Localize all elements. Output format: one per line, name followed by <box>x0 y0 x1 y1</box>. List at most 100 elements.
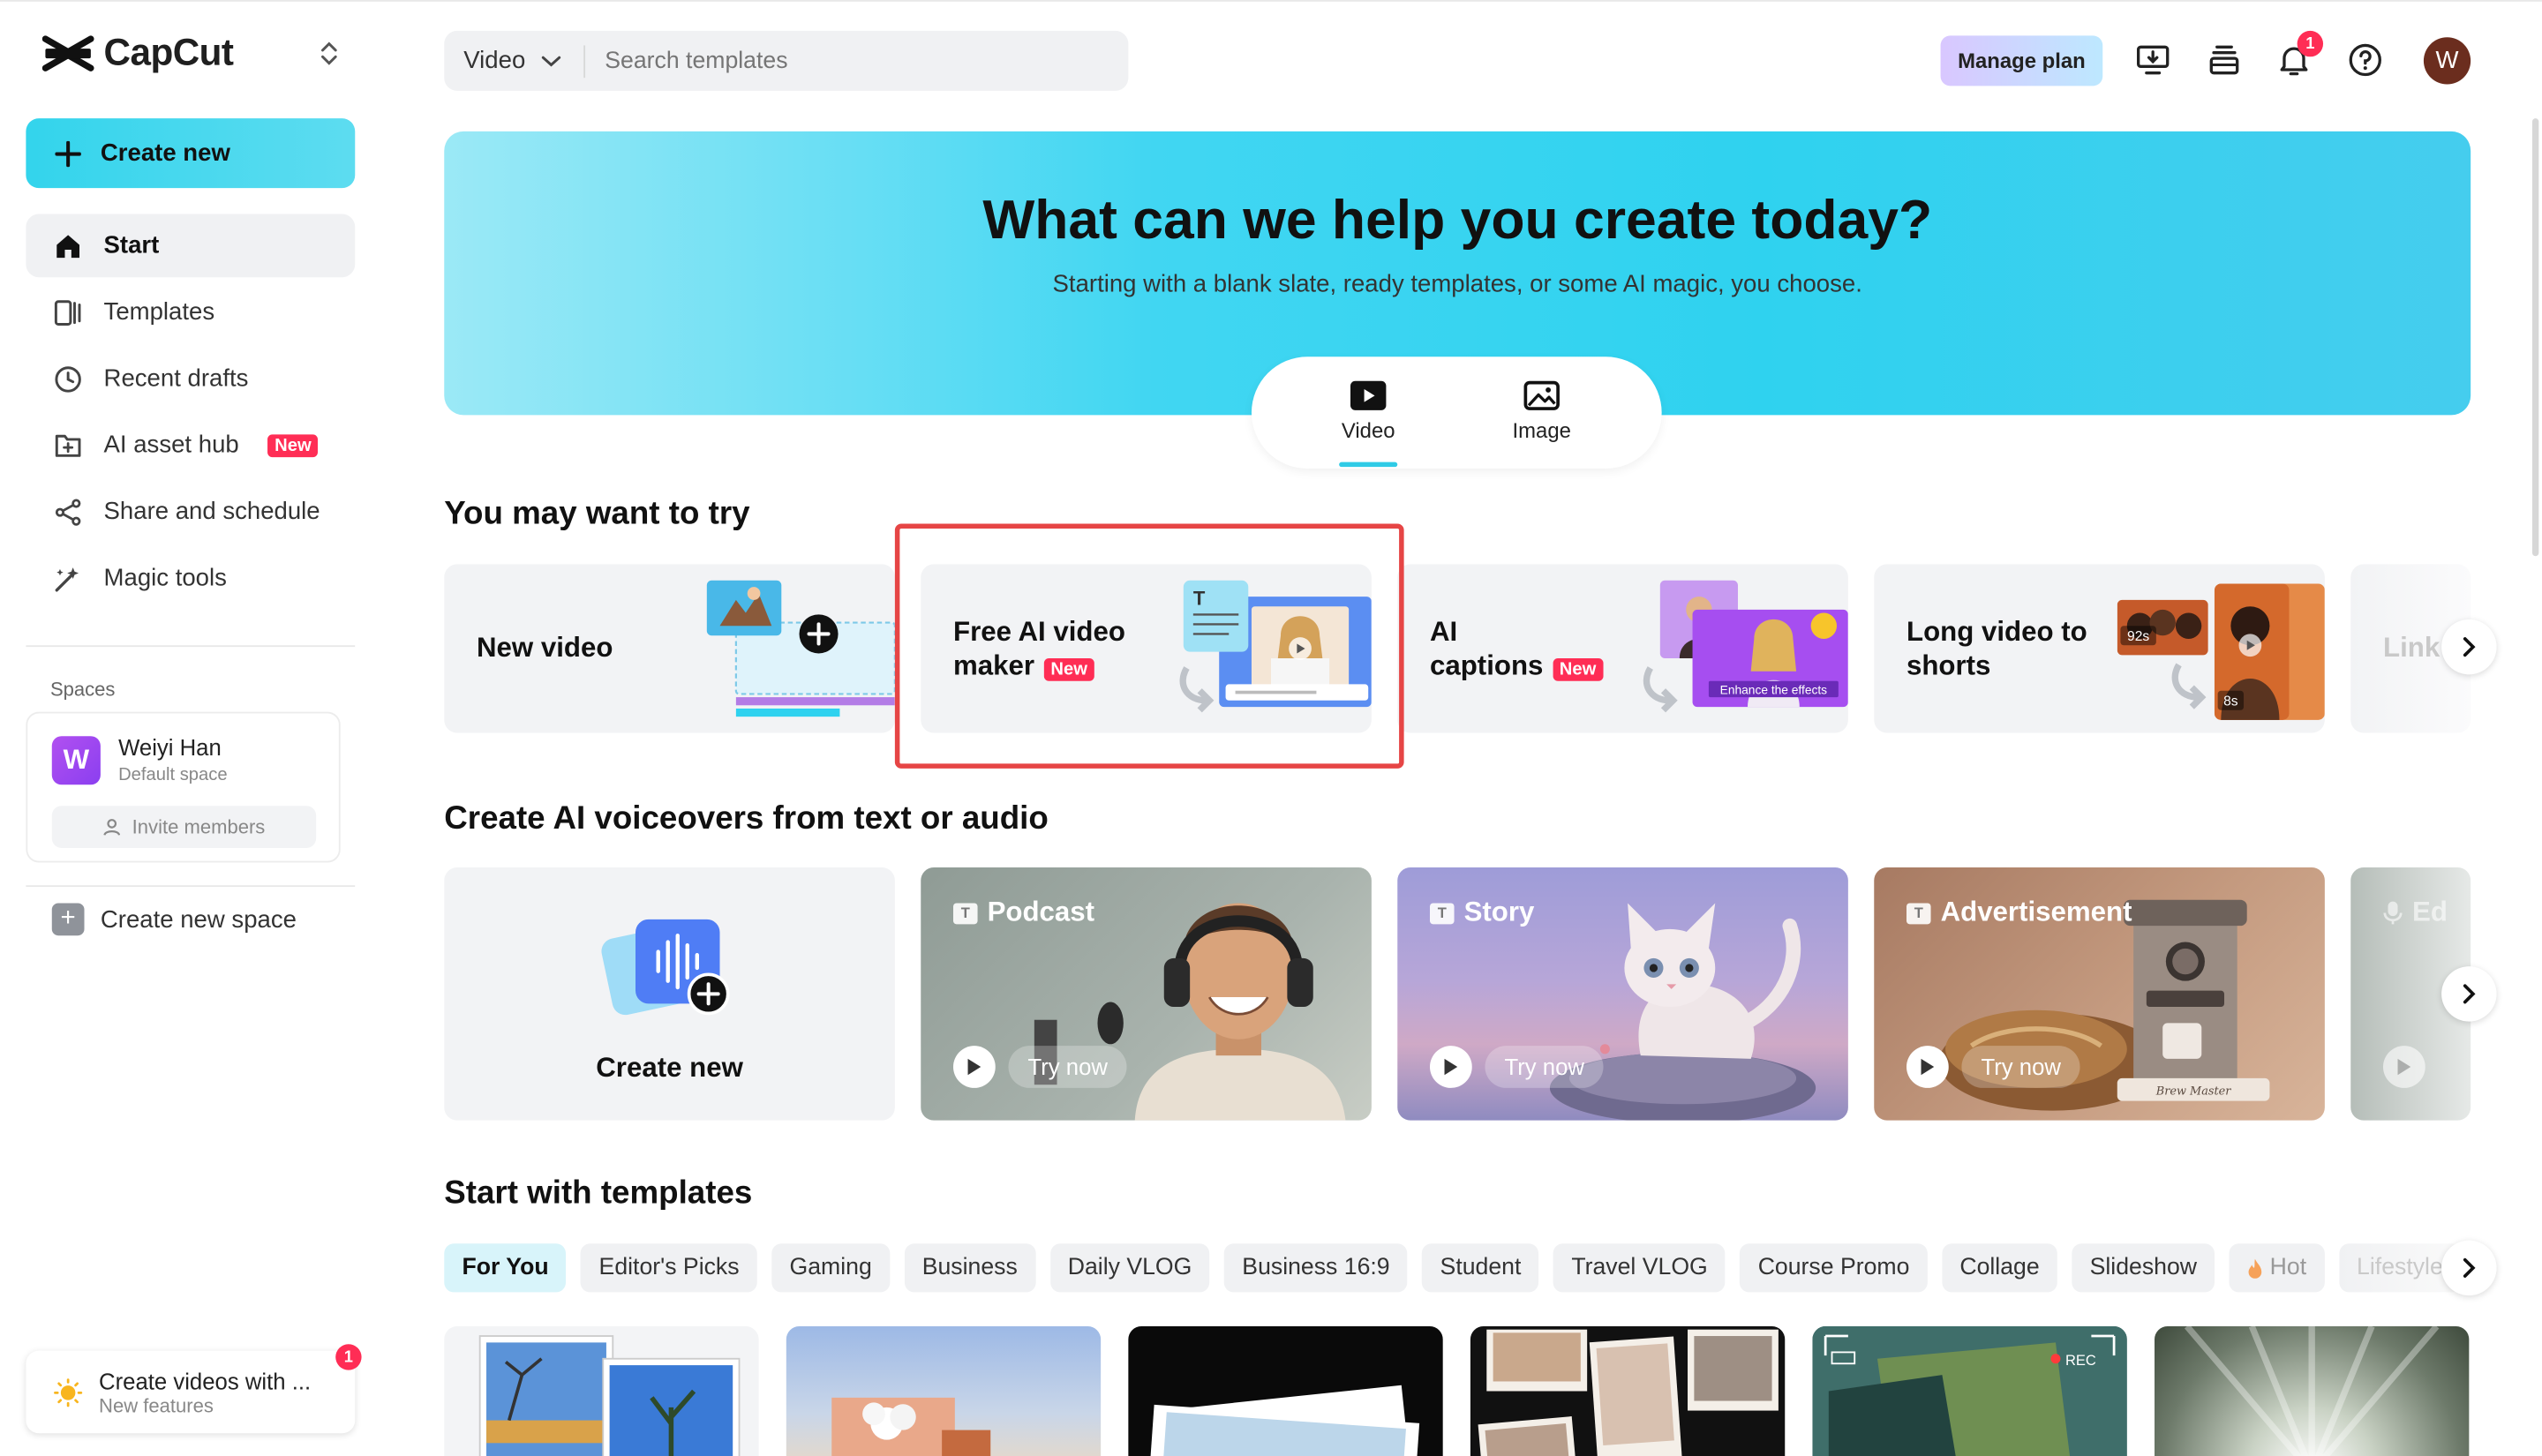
chip-student[interactable]: Student <box>1422 1243 1539 1293</box>
create-new-button[interactable]: Create new <box>26 118 356 189</box>
share-icon <box>52 495 85 528</box>
voiceover-advertisement-card[interactable]: Brew Master T Advertisement Try now <box>1874 867 2325 1121</box>
create-new-space-button[interactable]: + Create new space <box>51 903 297 936</box>
sidebar-nav: Start Templates Recent drafts AI asset h… <box>26 214 356 613</box>
try-now-button[interactable]: Try now <box>952 1046 1128 1088</box>
template-thumbnail[interactable] <box>2155 1326 2470 1456</box>
play-icon <box>952 1046 996 1088</box>
desktop-download-icon[interactable] <box>2133 41 2172 79</box>
chip-travel-vlog[interactable]: Travel VLOG <box>1553 1243 1726 1293</box>
chips-next-button[interactable] <box>2441 1240 2497 1296</box>
divider <box>26 645 356 648</box>
video-icon <box>1350 380 1387 410</box>
sidebar-item-recent-drafts[interactable]: Recent drafts <box>26 347 355 410</box>
invite-members-label: Invite members <box>132 815 266 838</box>
capcut-logo[interactable]: CapCut <box>41 30 234 75</box>
app-name: CapCut <box>103 30 234 73</box>
chip-hot[interactable]: Hot <box>2229 1243 2325 1293</box>
try-card-long-video-to-shorts[interactable]: Long video to shorts 92s 8s <box>1874 564 2325 733</box>
sidebar-item-label: AI asset hub <box>103 431 239 459</box>
sidebar-item-templates[interactable]: Templates <box>26 281 355 344</box>
voiceover-podcast-card[interactable]: T Podcast Try now <box>921 867 1372 1121</box>
try-now-button[interactable]: Try now <box>1429 1046 1605 1088</box>
voiceover-education-title: Ed <box>2383 897 2448 929</box>
chip-daily-vlog[interactable]: Daily VLOG <box>1049 1243 1210 1293</box>
sidebar-item-ai-asset-hub[interactable]: AI asset hub New <box>26 414 355 477</box>
template-thumbnail[interactable]: REC <box>1812 1326 2127 1456</box>
sidebar-item-share-schedule[interactable]: Share and schedule <box>26 480 355 544</box>
space-avatar: W <box>51 736 101 785</box>
chip-for-you[interactable]: For You <box>444 1243 567 1293</box>
chip-collage[interactable]: Collage <box>1942 1243 2057 1293</box>
play-icon <box>1429 1046 1472 1088</box>
space-card[interactable]: W Weiyi Han Default space Invite members <box>26 711 341 863</box>
new-badge: New <box>267 433 319 457</box>
landscape-collage-image <box>478 1335 741 1456</box>
tab-video[interactable]: Video <box>1312 379 1425 443</box>
chip-slideshow[interactable]: Slideshow <box>2072 1243 2215 1293</box>
promo-badge: 1 <box>335 1344 362 1370</box>
sidebar-item-label: Templates <box>103 298 215 326</box>
chevron-down-icon <box>542 55 561 66</box>
sidebar-item-magic-tools[interactable]: Magic tools <box>26 546 355 610</box>
chip-editors-picks[interactable]: Editor's Picks <box>581 1243 757 1293</box>
rec-indicator: REC <box>2065 1352 2096 1369</box>
template-thumbnail[interactable] <box>444 1326 759 1456</box>
sidebar: CapCut Create new Start Templates Recent… <box>0 2 382 1456</box>
sidebar-item-start[interactable]: Start <box>26 214 356 278</box>
duration-label: 92s <box>2127 629 2149 644</box>
try-now-button[interactable]: Try now <box>1906 1046 2081 1088</box>
search-type-dropdown[interactable]: Video <box>444 44 586 78</box>
search-input[interactable] <box>585 48 1072 74</box>
tab-video-label: Video <box>1341 418 1395 443</box>
chip-course-promo[interactable]: Course Promo <box>1740 1243 1928 1293</box>
try-now-button[interactable] <box>2382 1046 2425 1088</box>
stacked-photos-image <box>1148 1385 1420 1456</box>
chip-business-16-9[interactable]: Business 16:9 <box>1224 1243 1408 1293</box>
section-title-try: You may want to try <box>444 496 750 532</box>
voiceover-story-card[interactable]: T Story Try now <box>1397 867 1848 1121</box>
image-icon <box>1523 380 1560 410</box>
hero-title: What can we help you create today? <box>982 189 1933 251</box>
card-label-line2: shorts <box>1906 649 1991 681</box>
create-new-label: Create new <box>100 139 230 168</box>
play-icon <box>2382 1046 2425 1088</box>
stack-icon[interactable] <box>2205 41 2244 79</box>
carousel-next-button[interactable] <box>2441 619 2497 675</box>
invite-members-button[interactable]: Invite members <box>51 806 317 848</box>
voiceover-create-new-card[interactable]: Create new <box>444 867 895 1121</box>
try-card-new-video[interactable]: New video <box>444 564 895 733</box>
text-icon: T <box>1906 902 1931 924</box>
help-icon[interactable] <box>2346 41 2385 79</box>
template-thumbnail[interactable] <box>1128 1326 1443 1456</box>
search-bar: Video <box>444 30 1129 91</box>
caption-overlay-text: Enhance the effects <box>1720 683 1828 696</box>
tab-image[interactable]: Image <box>1485 379 1598 443</box>
template-thumbnail[interactable] <box>1470 1326 1786 1456</box>
card-label: Link <box>2382 632 2440 664</box>
carousel-next-button[interactable] <box>2441 966 2497 1022</box>
clock-icon <box>52 363 85 395</box>
chip-gaming[interactable]: Gaming <box>771 1243 890 1293</box>
divider <box>26 885 356 888</box>
manage-plan-button[interactable]: Manage plan <box>1940 35 2103 86</box>
templates-icon <box>52 296 85 328</box>
voiceover-podcast-title: T Podcast <box>952 897 1094 929</box>
plus-icon <box>55 139 81 167</box>
notification-count-badge: 1 <box>2297 30 2324 57</box>
try-now-label: Try now <box>1961 1046 2081 1088</box>
active-tab-indicator <box>1339 462 1398 468</box>
search-type-label: Video <box>463 47 526 75</box>
chip-business[interactable]: Business <box>904 1243 1036 1293</box>
user-avatar[interactable]: W <box>2423 37 2471 85</box>
section-title-templates: Start with templates <box>444 1175 753 1212</box>
try-card-ai-captions[interactable]: AI captions New Enhance the effects <box>1397 564 1848 733</box>
person-add-icon <box>104 819 121 836</box>
camcorder-frame-image: REC <box>1812 1326 2127 1456</box>
home-icon <box>52 229 85 262</box>
new-features-promo[interactable]: Create videos with ... New features 1 <box>26 1344 362 1434</box>
page-scrollbar[interactable] <box>2531 118 2539 557</box>
workspace-switcher-icon[interactable] <box>318 37 343 70</box>
template-thumbnail[interactable] <box>786 1326 1102 1456</box>
template-category-chips: For You Editor's Picks Gaming Business D… <box>444 1243 2461 1293</box>
